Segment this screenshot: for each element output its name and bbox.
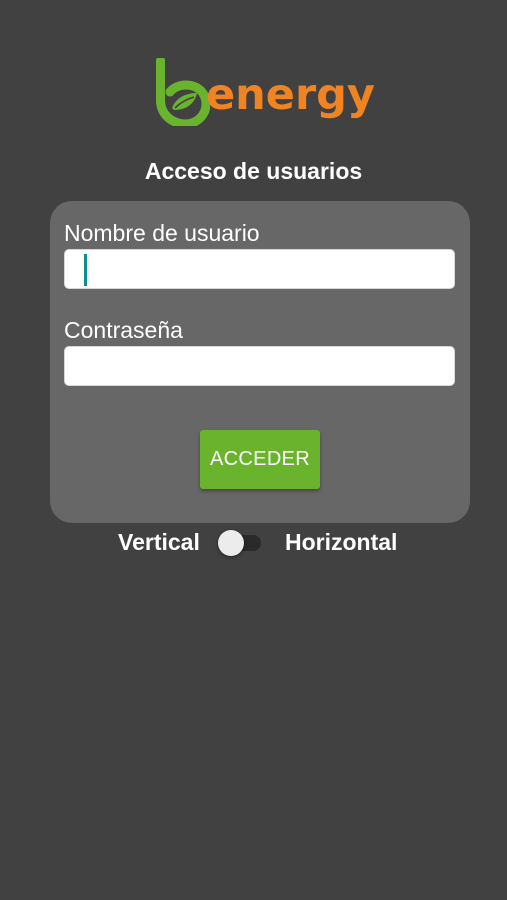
logo-b-leaf-icon	[156, 58, 210, 126]
orientation-toggle-row: Vertical Horizontal	[0, 526, 507, 558]
login-screen: energy Acceso de usuarios Nombre de usua…	[0, 0, 507, 900]
logo-wordmark: energy	[206, 70, 375, 120]
orientation-vertical-label: Vertical	[118, 529, 200, 555]
username-label: Nombre de usuario	[64, 220, 260, 246]
password-input[interactable]	[64, 346, 455, 386]
orientation-switch[interactable]	[217, 528, 265, 556]
login-button[interactable]: ACCEDER	[200, 430, 320, 489]
benergy-logo: energy	[154, 56, 375, 128]
switch-thumb[interactable]	[218, 530, 244, 556]
page-title: Acceso de usuarios	[144, 158, 363, 184]
login-card: Nombre de usuario Contraseña ACCEDER	[50, 201, 470, 523]
password-label: Contraseña	[64, 317, 183, 343]
text-caret	[84, 254, 87, 286]
username-input[interactable]	[64, 249, 455, 289]
orientation-horizontal-label: Horizontal	[285, 529, 398, 555]
